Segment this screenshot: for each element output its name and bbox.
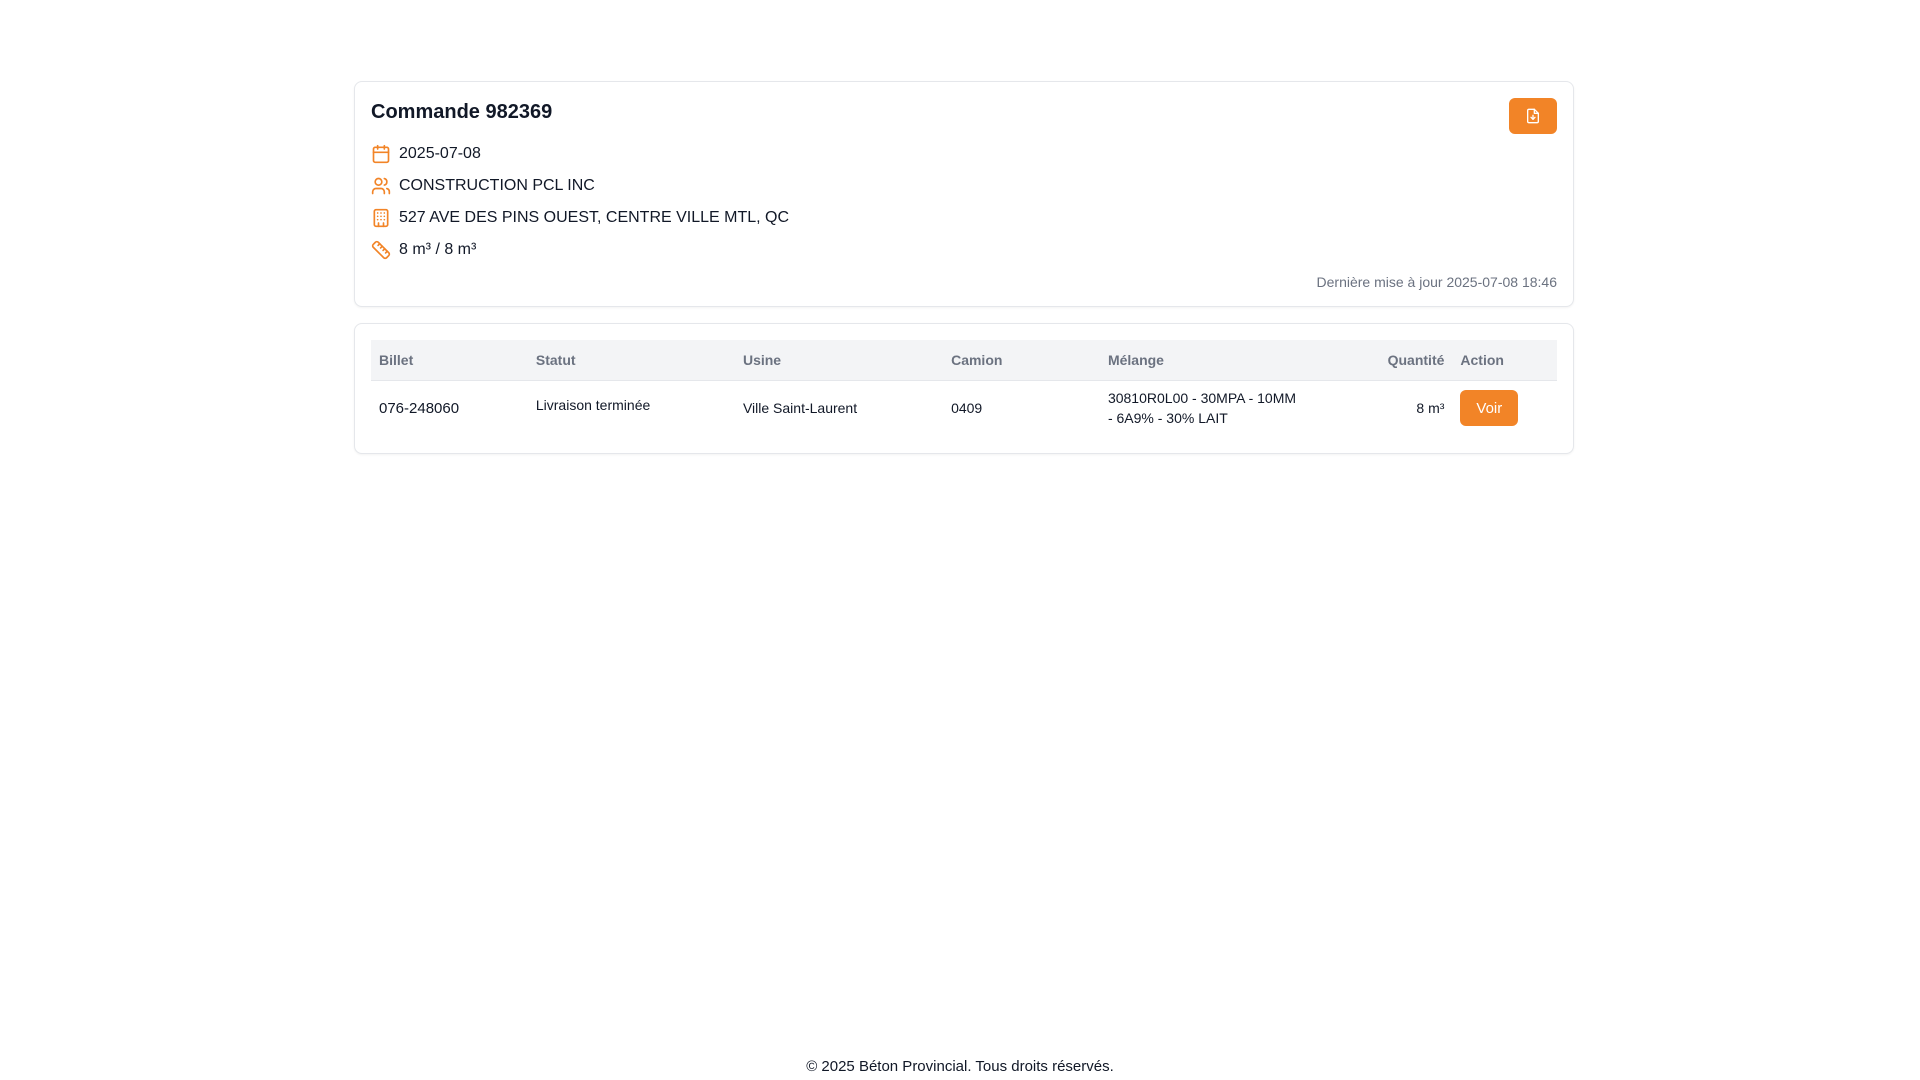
order-info-list: 2025-07-08 CONSTRUCTION PCL INC 527 AVE … <box>371 138 1557 266</box>
last-updated: Dernière mise à jour 2025-07-08 18:46 <box>1316 274 1557 290</box>
col-header-camion: Camion <box>943 340 1100 381</box>
order-title: Commande 982369 <box>371 101 553 123</box>
cell-billet: 076-248060 <box>379 399 460 417</box>
download-pdf-button[interactable] <box>1509 98 1557 134</box>
file-download-icon <box>1527 108 1539 124</box>
table-header-row: Billet Statut Usine Camion Mélange Quant… <box>371 340 1557 381</box>
order-date: 2025-07-08 <box>399 145 481 162</box>
mix-description: 30810R0L00 - 30MPA - 10MM - 6A9% - 30% L… <box>1107 390 1297 427</box>
order-summary-card: Commande 982369 2025-07-08 CONSTRUCTION … <box>354 81 1574 307</box>
order-address-row: 527 AVE DES PINS OUEST, CENTRE VILLE MTL… <box>371 202 1557 234</box>
cell-melange: 30810R0L00 - 30MPA - 10MM - 6A9% - 30% L… <box>1100 380 1310 436</box>
view-ticket-button[interactable]: Voir <box>1460 390 1519 427</box>
cell-quantite: 8 m³ <box>1416 400 1445 417</box>
users-icon <box>371 176 391 196</box>
order-client-row: CONSTRUCTION PCL INC <box>371 170 1557 202</box>
footer-copyright: © 2025 Béton Provincial. Tous droits rés… <box>806 1058 1114 1075</box>
main-container: Commande 982369 2025-07-08 CONSTRUCTION … <box>354 81 1574 454</box>
calendar-icon <box>371 144 391 164</box>
cell-statut: Livraison terminée <box>535 396 651 413</box>
tickets-table: Billet Statut Usine Camion Mélange Quant… <box>371 340 1557 436</box>
ruler-icon <box>371 240 391 260</box>
col-header-usine: Usine <box>734 340 944 381</box>
order-address: 527 AVE DES PINS OUEST, CENTRE VILLE MTL… <box>399 209 790 226</box>
order-client: CONSTRUCTION PCL INC <box>399 177 595 194</box>
order-volume: 8 m³ / 8 m³ <box>399 241 477 258</box>
table-row: 076-248060 Livraison terminée Ville Sain… <box>371 380 1557 436</box>
order-volume-row: 8 m³ / 8 m³ <box>371 234 1557 266</box>
cell-camion: 0409 <box>951 400 983 417</box>
col-header-action: Action <box>1452 340 1557 381</box>
col-header-statut: Statut <box>527 340 735 381</box>
cell-usine: Ville Saint-Laurent <box>742 400 858 417</box>
order-date-row: 2025-07-08 <box>371 138 1557 170</box>
building-icon <box>371 208 391 228</box>
col-header-melange: Mélange <box>1099 340 1311 381</box>
tickets-table-card: Billet Statut Usine Camion Mélange Quant… <box>354 323 1574 454</box>
col-header-billet: Billet <box>371 340 528 381</box>
col-header-quantite: Quantité <box>1310 340 1453 381</box>
cell-action: Voir <box>1452 380 1557 436</box>
